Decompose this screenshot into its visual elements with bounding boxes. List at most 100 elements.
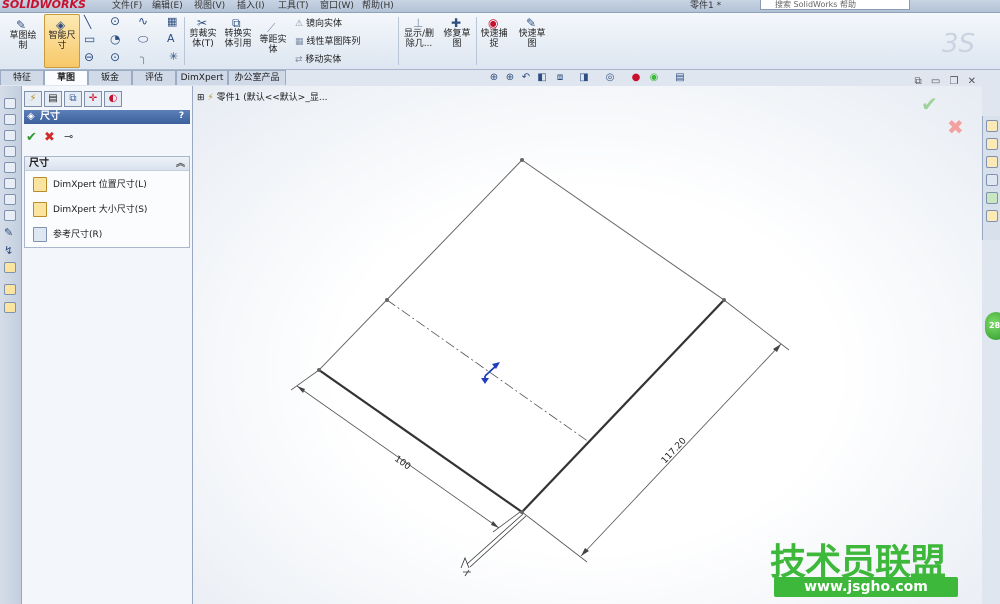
tab-sheetmetal[interactable]: 钣金 — [88, 70, 132, 85]
arc-icon[interactable]: ◔ — [110, 32, 120, 46]
home-icon[interactable] — [986, 120, 998, 132]
sketch-point — [385, 298, 389, 302]
relation-tool-icon[interactable]: ↯ — [4, 244, 13, 257]
feature-icon[interactable] — [4, 130, 16, 141]
tab-features[interactable]: 特征 — [0, 70, 44, 85]
display-delete-relations-button[interactable]: ⊥ 显示/删 除几... — [402, 15, 436, 65]
convert-entities-button[interactable]: ⧉ 转换实 体引用 — [222, 15, 254, 65]
menu-file[interactable]: 文件(F) — [112, 0, 142, 11]
location-dim-icon — [33, 177, 47, 192]
menu-insert[interactable]: 插入(I) — [237, 0, 265, 11]
feature-icon[interactable] — [4, 114, 16, 125]
hide-show-icon[interactable]: ◎ — [604, 72, 616, 84]
tab-sketch[interactable]: 草图 — [44, 70, 88, 85]
ellipse-icon[interactable]: ⬭ — [138, 32, 148, 47]
menu-view[interactable]: 视图(V) — [194, 0, 225, 11]
offset-entities-button[interactable]: ⟋ 等距实 体 — [258, 15, 288, 65]
scene-icon[interactable]: ◉ — [648, 72, 660, 84]
appearance-icon[interactable] — [986, 192, 998, 204]
feature-icon[interactable] — [4, 178, 16, 189]
menu-tools[interactable]: 工具(T) — [278, 0, 309, 11]
mirror-entities-button[interactable]: ⚠ 镜向实体 — [295, 16, 342, 29]
previous-view-icon[interactable]: ↶ — [520, 72, 532, 84]
feature-icon[interactable] — [4, 146, 16, 157]
view-orientation-icon[interactable]: ⧈ — [554, 72, 566, 84]
line-icon[interactable]: ╲ — [84, 15, 91, 29]
smart-dimension-button[interactable]: ◈ 智能尺 寸 — [44, 14, 80, 68]
point-icon[interactable]: ✳ — [169, 50, 178, 63]
slot-icon[interactable]: ⊖ — [84, 50, 94, 64]
feature-icon[interactable] — [4, 210, 16, 221]
view-settings-icon[interactable]: ▤ — [674, 72, 686, 84]
arrowhead — [297, 386, 305, 393]
dimxpert-tab-icon[interactable]: ✛ — [84, 91, 102, 107]
repair-sketch-button[interactable]: ✚ 修复草 图 — [442, 15, 472, 65]
command-manager: ✎ 草图绘 制 ◈ 智能尺 寸 ╲ ⊙ ∿ ▦ ▭ ◔ ⬭ A ⊖ ⊙ ╮ ✳ … — [0, 13, 1000, 70]
explorer-icon[interactable] — [986, 174, 998, 186]
dimension-text-left: 100 — [392, 454, 412, 472]
pm-title: 尺寸 — [40, 111, 60, 122]
ribbon-separator — [184, 17, 185, 65]
sketch-canvas[interactable]: 100 117.20 — [193, 86, 982, 604]
quick-snaps-button[interactable]: ◉ 快速捕 捉 — [479, 15, 509, 65]
circle-icon[interactable]: ⊙ — [110, 14, 120, 28]
confirm-ok-icon[interactable]: ✔ — [921, 92, 938, 116]
sketch-point — [722, 298, 726, 302]
rapid-sketch-button[interactable]: ✎ 快速草 图 — [515, 15, 549, 65]
linear-pattern-button[interactable]: ▦ 线性草图阵列 — [295, 34, 360, 47]
menu-window[interactable]: 窗口(W) — [320, 0, 354, 11]
display-style-icon[interactable]: ◨ — [578, 72, 590, 84]
tab-dimxpert[interactable]: DimXpert — [176, 70, 228, 85]
text-icon[interactable]: A — [167, 32, 175, 45]
list-item[interactable]: DimXpert 大小尺寸(S) — [33, 200, 183, 220]
appearance-icon[interactable]: ● — [630, 72, 642, 84]
list-item[interactable]: DimXpert 位置尺寸(L) — [33, 175, 183, 195]
task-pane — [982, 116, 1000, 240]
sketch-tool-icon[interactable]: ✎ — [4, 226, 13, 239]
menu-help[interactable]: 帮助(H) — [362, 0, 394, 11]
sketch-point — [520, 158, 524, 162]
grid-icon[interactable]: ▦ — [167, 15, 177, 28]
move-entities-button[interactable]: ⇄ 移动实体 — [295, 52, 341, 65]
pin-icon[interactable]: ⊸ — [64, 130, 73, 143]
cancel-button[interactable]: ✖ — [44, 130, 55, 145]
zoom-area-icon[interactable]: ⊕ — [504, 72, 516, 84]
folder-icon[interactable] — [986, 156, 998, 168]
collapse-icon[interactable]: ︽ — [176, 157, 185, 171]
feature-icon[interactable] — [4, 194, 16, 205]
help-search-input[interactable]: 搜索 SolidWorks 帮助 — [760, 0, 910, 10]
feature-icon[interactable] — [4, 262, 16, 273]
move-icon: ⇄ — [295, 55, 303, 65]
sketch-button[interactable]: ✎ 草图绘 制 — [6, 15, 40, 65]
display-manager-tab-icon[interactable]: ◐ — [104, 91, 122, 107]
rectangle-icon[interactable]: ▭ — [84, 32, 95, 46]
feature-icon[interactable] — [4, 302, 16, 313]
ok-button[interactable]: ✔ — [26, 130, 37, 145]
feature-icon[interactable] — [4, 162, 16, 173]
fillet-icon[interactable]: ╮ — [140, 50, 147, 64]
manager-tabs: ⚡ ▤ ⧉ ✛ ◐ — [22, 90, 192, 108]
feature-icon[interactable] — [4, 98, 16, 109]
list-item[interactable]: 参考尺寸(R) — [33, 225, 183, 245]
tab-office-products[interactable]: 办公室产品 — [228, 70, 286, 85]
configuration-tab-icon[interactable]: ⧉ — [64, 91, 82, 107]
section-view-icon[interactable]: ◧ — [536, 72, 548, 84]
offset-icon: ⟋ — [267, 21, 276, 35]
trim-icon: ✂ — [197, 16, 208, 30]
trim-button[interactable]: ✂ 剪裁实 体(T) — [188, 15, 218, 65]
library-icon[interactable] — [986, 138, 998, 150]
zoom-fit-icon[interactable]: ⊕ — [488, 72, 500, 84]
menu-edit[interactable]: 编辑(E) — [152, 0, 183, 11]
help-button[interactable]: ? — [176, 111, 187, 122]
polygon-icon[interactable]: ⊙ — [110, 50, 120, 64]
feature-icon[interactable] — [4, 284, 16, 295]
confirm-cancel-icon[interactable]: ✖ — [947, 115, 964, 139]
graphics-area[interactable]: ⊕ ⊕ ↶ ◧ ⧈ ◨ ◎ ● ◉ ▤ ⧉ ▭ ❐ ✕ ⊞ ⚡ 零件1 (默认<… — [193, 72, 982, 604]
custom-properties-icon[interactable] — [986, 210, 998, 222]
spline-icon[interactable]: ∿ — [138, 14, 148, 28]
feature-manager-tab-icon[interactable]: ⚡ — [24, 91, 42, 107]
group-header[interactable]: 尺寸 ︽ — [25, 157, 189, 171]
tab-evaluate[interactable]: 评估 — [132, 70, 176, 85]
notification-badge[interactable]: 28 — [985, 312, 1000, 340]
property-manager-tab-icon[interactable]: ▤ — [44, 91, 62, 107]
